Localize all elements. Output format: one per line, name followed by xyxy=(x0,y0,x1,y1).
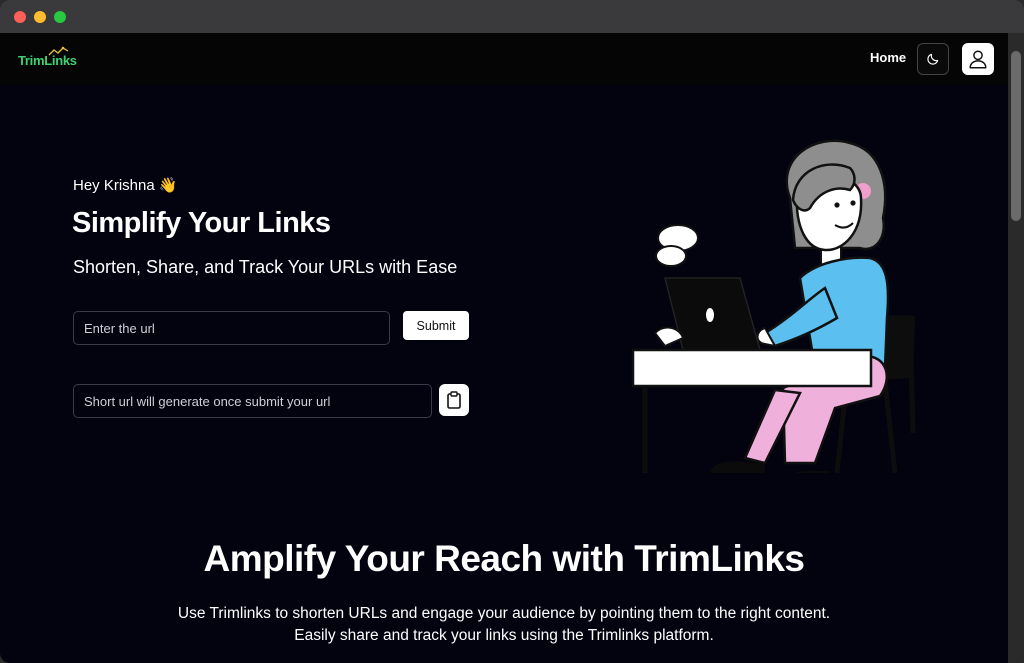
section-description-line-2: Easily share and track your links using … xyxy=(294,627,714,644)
navbar: TrimLinks Home xyxy=(0,33,1008,85)
app-window: TrimLinks Home Hey Krishna 👋 Simplify Yo… xyxy=(0,0,1024,663)
woman-with-laptop-illustration xyxy=(631,139,916,473)
submit-button[interactable]: Submit xyxy=(403,311,469,340)
minimize-window-button[interactable] xyxy=(34,11,46,23)
user-icon xyxy=(969,50,987,69)
logo-text: TrimLinks xyxy=(18,53,77,68)
url-input[interactable] xyxy=(73,311,390,345)
section-title: Amplify Your Reach with TrimLinks xyxy=(203,538,805,579)
trimlinks-logo[interactable]: TrimLinks xyxy=(18,46,88,71)
hero-subtitle: Shorten, Share, and Track Your URLs with… xyxy=(73,257,458,277)
close-window-button[interactable] xyxy=(14,11,26,23)
hero-title: Simplify Your Links xyxy=(72,207,331,239)
page-viewport: TrimLinks Home Hey Krishna 👋 Simplify Yo… xyxy=(0,33,1008,663)
short-url-output[interactable] xyxy=(73,384,432,418)
page-scrollbar[interactable] xyxy=(1008,33,1024,663)
profile-button[interactable] xyxy=(962,43,994,75)
scrollbar-thumb[interactable] xyxy=(1011,51,1021,221)
greeting-text: Hey Krishna 👋 xyxy=(73,177,178,194)
copy-short-url-button[interactable] xyxy=(439,384,469,416)
window-titlebar xyxy=(0,0,1024,33)
section-description: Use Trimlinks to shorten URLs and engage… xyxy=(0,603,1008,647)
moon-icon xyxy=(927,53,939,65)
speech-bubbles-icon xyxy=(655,224,699,267)
section-description-line-1: Use Trimlinks to shorten URLs and engage… xyxy=(177,605,831,622)
nav-home-link[interactable]: Home xyxy=(870,50,906,65)
zoom-window-button[interactable] xyxy=(54,11,66,23)
theme-toggle-button[interactable] xyxy=(917,43,949,75)
clipboard-icon xyxy=(447,391,461,409)
